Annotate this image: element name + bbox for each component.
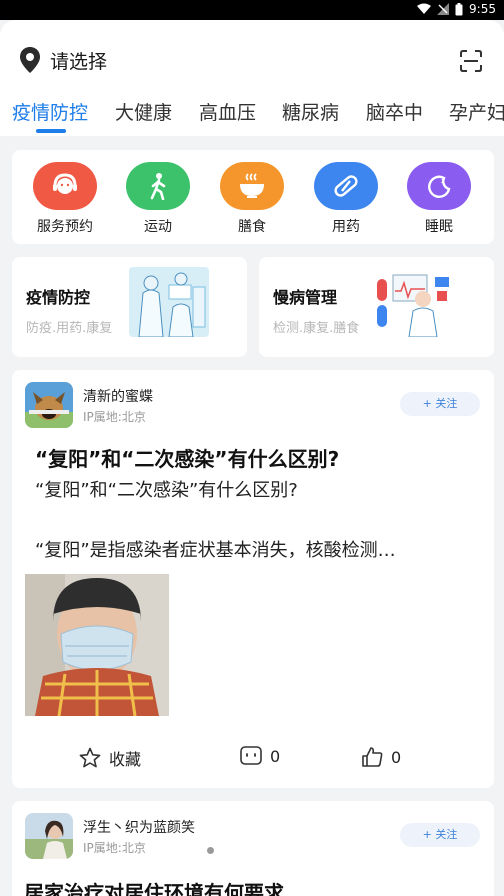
favorite-label: 收藏 (109, 750, 142, 769)
ip-location: IP属地:北京 (83, 410, 146, 424)
promo-subtitle: 防疫.用药.康复 (26, 321, 113, 336)
masked-person-photo-icon (25, 574, 169, 716)
like-button[interactable]: 0 (361, 746, 401, 768)
post-actions: 收藏 0 0 (12, 746, 494, 776)
service-label: 用药 (332, 219, 360, 235)
service-circle (314, 162, 378, 210)
post-title: 居家治疗对居住环境有何要求 (24, 881, 284, 896)
location-label: 请选择 (50, 50, 108, 73)
service-appointment[interactable]: 服务预约 (20, 162, 110, 236)
post-body-line: “复阳”是指感染者症状基本消失，核酸检测… (35, 540, 396, 561)
headset-icon (53, 173, 77, 194)
post-image[interactable] (25, 574, 169, 716)
follow-button[interactable]: + 关注 (400, 392, 480, 416)
service-label: 运动 (144, 219, 172, 235)
service-circle (33, 162, 97, 210)
service-diet[interactable]: 膳食 (207, 162, 297, 236)
service-exercise[interactable]: 运动 (113, 162, 203, 236)
follow-button[interactable]: + 关注 (400, 823, 480, 847)
svg-text:z: z (441, 177, 445, 185)
wifi-icon (417, 3, 432, 14)
no-signal-icon (437, 3, 450, 15)
location-selector[interactable]: 请选择 (18, 42, 490, 78)
service-medication[interactable]: 用药 (301, 162, 391, 236)
tab-health[interactable]: 大健康 (115, 98, 172, 125)
status-bar: 9:55 (0, 0, 504, 20)
promo-epidemic-card[interactable]: 疫情防控 防疫.用药.康复 (12, 257, 247, 357)
tab-hypertension[interactable]: 高血压 (199, 98, 256, 125)
status-time: 9:55 (469, 2, 496, 16)
tab-diabetes[interactable]: 糖尿病 (282, 98, 339, 125)
chronic-illustration (371, 267, 451, 337)
service-label: 服务预约 (37, 219, 93, 235)
moon-icon: z (428, 175, 451, 198)
promo-subtitle: 检测.康复.膳食 (273, 321, 360, 336)
top-header: 请选择 疫情防控 大健康 高血压 糖尿病 脑卒中 孕产妇 (0, 20, 504, 136)
service-circle (126, 162, 190, 210)
scan-icon[interactable] (460, 50, 482, 72)
dog-avatar-icon (25, 382, 73, 428)
tab-stroke[interactable]: 脑卒中 (366, 98, 423, 125)
tab-maternal[interactable]: 孕产妇 (449, 98, 504, 125)
author-name[interactable]: 浮生丶织为蓝颜笑 (83, 817, 195, 837)
service-label: 睡眠 (425, 219, 453, 235)
bowl-icon (240, 173, 264, 198)
epidemic-illustration (129, 267, 209, 337)
active-tab-indicator (36, 129, 66, 133)
service-circle (220, 162, 284, 210)
category-tabs: 疫情防控 大健康 高血压 糖尿病 脑卒中 孕产妇 (0, 98, 504, 134)
star-icon (79, 747, 101, 768)
service-circle: z (407, 162, 471, 210)
comment-count: 0 (270, 746, 281, 766)
service-sleep[interactable]: z 睡眠 (394, 162, 484, 236)
avatar[interactable] (25, 382, 73, 428)
ip-location: IP属地:北京 (83, 841, 146, 855)
service-grid: 服务预约 运动 膳食 用药 z 睡眠 (12, 150, 494, 244)
avatar[interactable] (25, 813, 73, 859)
author-name[interactable]: 清新的蜜蝶 (83, 386, 153, 406)
battery-icon (455, 2, 463, 15)
indicator-dot (207, 847, 214, 854)
tab-epidemic[interactable]: 疫情防控 (12, 98, 88, 125)
like-count: 0 (391, 747, 402, 767)
promo-title: 慢病管理 (273, 288, 338, 307)
promo-chronic-card[interactable]: 慢病管理 检测.康复.膳食 (259, 257, 494, 357)
pill-icon (334, 175, 358, 197)
promo-title: 疫情防控 (26, 288, 91, 307)
post-card[interactable]: 浮生丶织为蓝颜笑 IP属地:北京 + 关注 居家治疗对居住环境有何要求 (12, 801, 494, 896)
location-pin-icon (20, 47, 40, 73)
service-label: 膳食 (238, 219, 266, 235)
thumbs-up-icon (362, 747, 383, 767)
post-card[interactable]: 清新的蜜蝶 IP属地:北京 + 关注 “复阳”和“二次感染”有什么区别? “复阳… (12, 370, 494, 788)
post-body-line: “复阳”和“二次感染”有什么区别? (35, 480, 298, 501)
comment-icon (240, 746, 262, 765)
favorite-button[interactable]: 收藏 (79, 746, 141, 770)
comment-button[interactable]: 0 (240, 746, 280, 766)
walking-icon (150, 173, 166, 200)
post-title: “复阳”和“二次感染”有什么区别? (35, 447, 340, 471)
girl-avatar-icon (25, 813, 73, 859)
